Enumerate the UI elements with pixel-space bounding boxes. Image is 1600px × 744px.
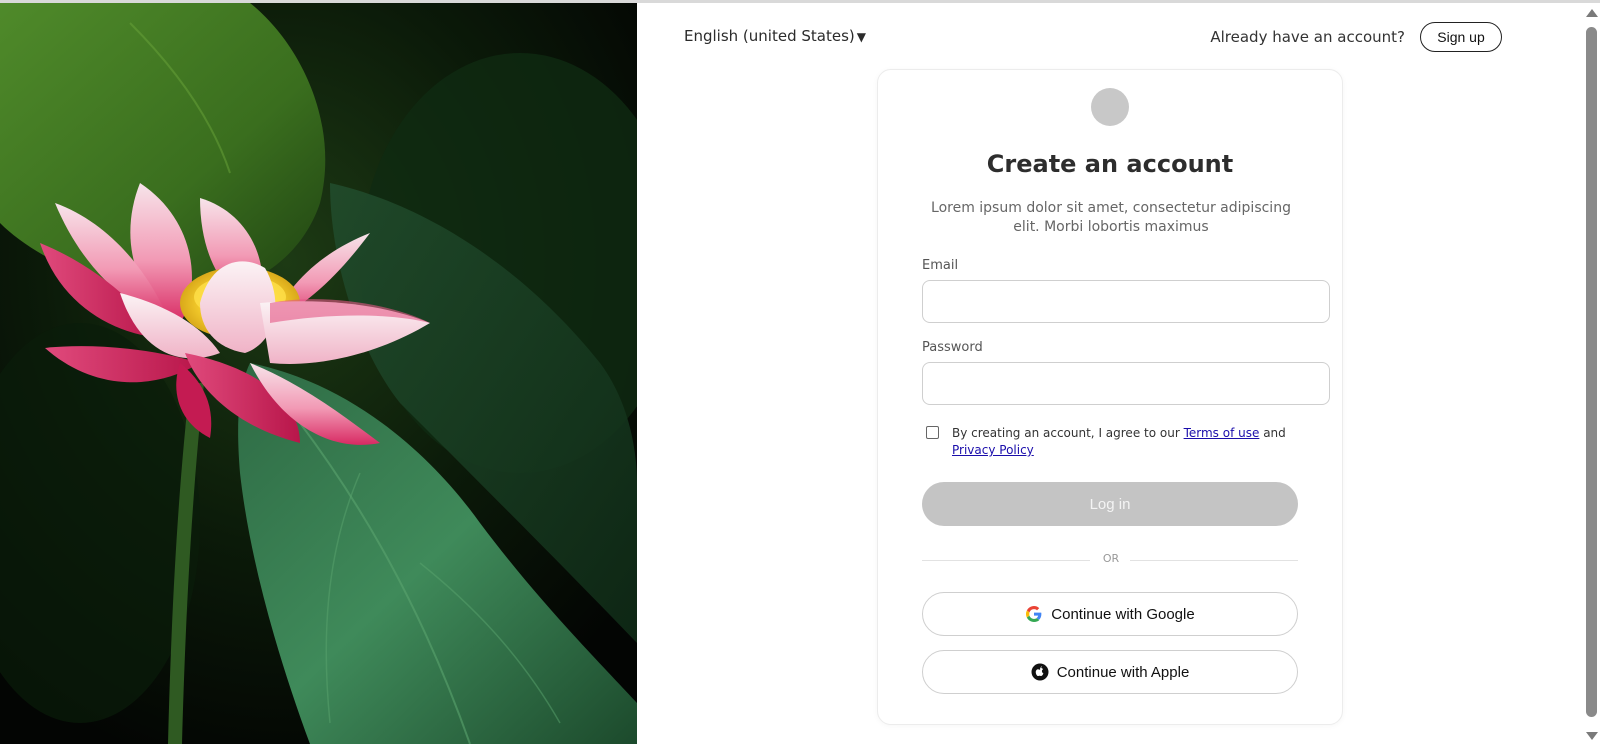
already-have-account-text: Already have an account? [1210, 28, 1405, 46]
terms-text: By creating an account, I agree to our T… [952, 425, 1302, 459]
divider-or: OR [1102, 552, 1120, 565]
log-in-button[interactable]: Log in [922, 482, 1298, 526]
page-title: Create an account [986, 150, 1234, 178]
signup-panel: English (united States) ▼ Already have an… [637, 3, 1583, 744]
terms-of-use-link[interactable]: Terms of use [1184, 426, 1260, 440]
divider-right [1130, 560, 1298, 561]
signup-card: Create an account Lorem ipsum dolor sit … [877, 69, 1343, 725]
language-label: English (united States) [684, 27, 855, 45]
password-field[interactable] [922, 362, 1330, 405]
vertical-scrollbar[interactable] [1583, 3, 1600, 744]
password-label: Password [922, 340, 983, 355]
scroll-up-arrow-icon[interactable] [1586, 9, 1598, 17]
caret-down-icon: ▼ [856, 30, 866, 44]
google-button-label: Continue with Google [1051, 605, 1195, 623]
google-icon [1025, 605, 1043, 623]
terms-and: and [1263, 426, 1286, 440]
continue-with-google-button[interactable]: Continue with Google [922, 592, 1298, 636]
continue-with-apple-button[interactable]: Continue with Apple [922, 650, 1298, 694]
terms-checkbox[interactable] [926, 426, 939, 439]
page-subtitle: Lorem ipsum dolor sit amet, consectetur … [931, 200, 1291, 235]
email-field[interactable] [922, 280, 1330, 323]
apple-button-label: Continue with Apple [1056, 663, 1190, 681]
apple-icon [1031, 663, 1049, 681]
sign-up-button[interactable]: Sign up [1420, 22, 1502, 52]
logo-placeholder [1091, 88, 1129, 126]
terms-prefix: By creating an account, I agree to our [952, 426, 1180, 440]
hero-lotus-image [0, 3, 637, 744]
signup-page: English (united States) ▼ Already have an… [0, 0, 1600, 744]
scroll-down-arrow-icon[interactable] [1586, 732, 1598, 740]
scroll-thumb[interactable] [1586, 27, 1597, 717]
privacy-policy-link[interactable]: Privacy Policy [952, 443, 1034, 457]
email-label: Email [922, 258, 959, 273]
language-selector[interactable]: English (united States) ▼ [684, 27, 866, 45]
